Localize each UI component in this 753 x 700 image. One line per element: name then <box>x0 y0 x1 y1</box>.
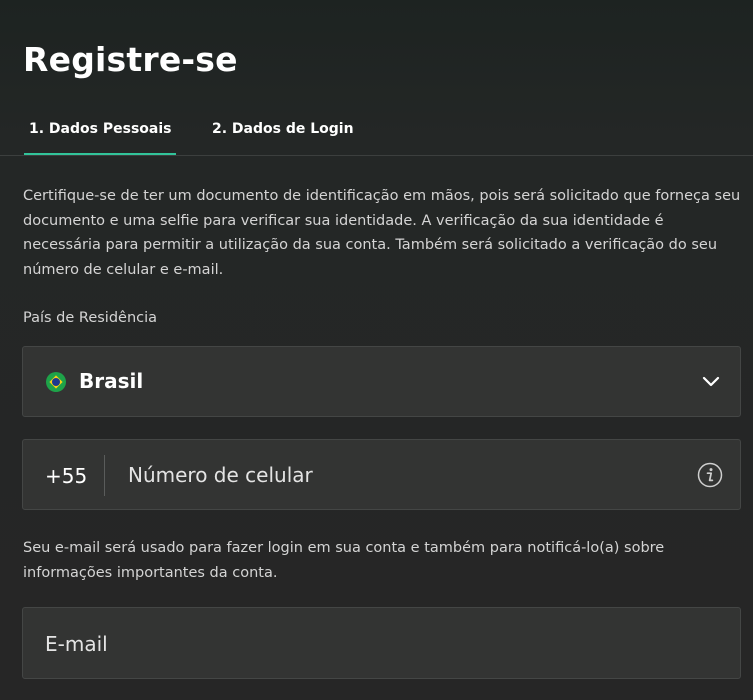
identity-info-text: Certifique-se de ter um documento de ide… <box>23 188 741 278</box>
brazil-flag-icon <box>46 372 66 392</box>
email-input[interactable] <box>45 629 705 659</box>
email-info-text: Seu e-mail será usado para fazer login e… <box>23 540 665 581</box>
dial-code[interactable]: +55 <box>45 464 87 488</box>
chevron-down-icon[interactable] <box>702 373 720 391</box>
phone-field: +55 <box>22 439 741 510</box>
page-title: Registre-se <box>23 40 238 79</box>
phone-input[interactable] <box>128 460 678 490</box>
step-tabs: 1. Dados Pessoais 2. Dados de Login <box>0 104 753 156</box>
country-label: País de Residência <box>23 310 158 326</box>
registration-page: Registre-se 1. Dados Pessoais 2. Dados d… <box>0 0 753 700</box>
country-select[interactable]: Brasil <box>22 346 741 417</box>
tab-personal-data[interactable]: 1. Dados Pessoais <box>24 104 177 155</box>
dial-code-divider <box>104 455 105 496</box>
selected-country: Brasil <box>79 369 144 393</box>
email-field <box>22 607 741 679</box>
tab-login-data[interactable]: 2. Dados de Login <box>207 104 359 154</box>
info-icon[interactable] <box>697 462 723 488</box>
